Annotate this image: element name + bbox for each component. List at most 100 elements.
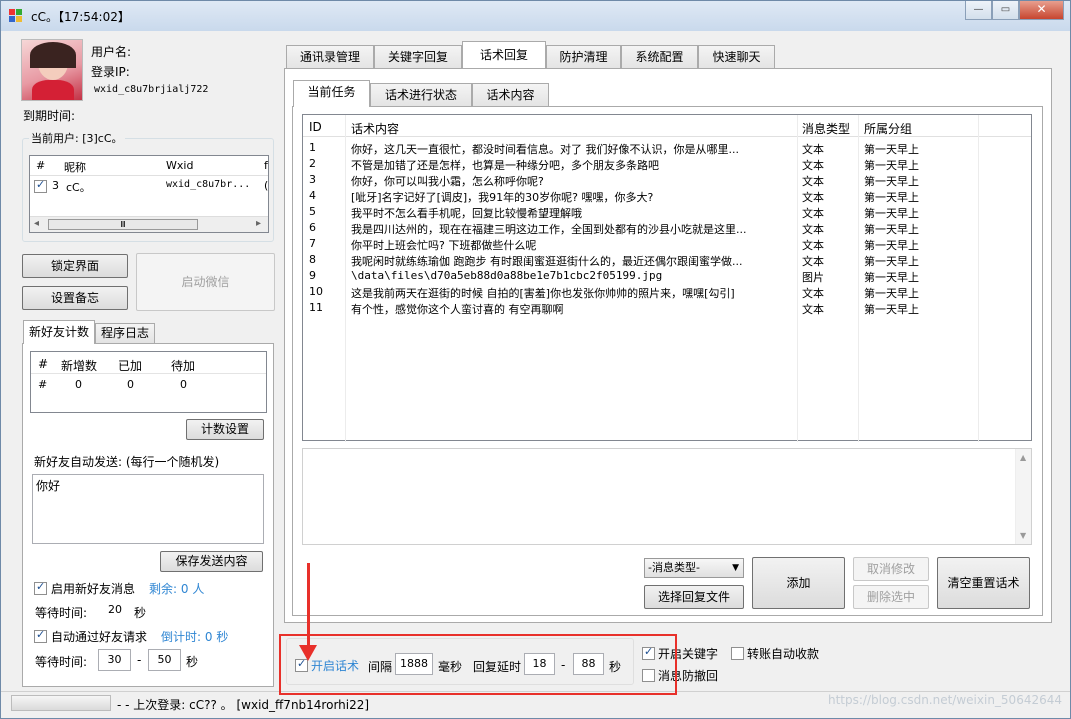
table-row[interactable]: 10 这是我前两天在逛街的时候 自拍的[害羞]你也发张你帅帅的照片来，嘿嘿[勾引]… <box>303 284 1031 300</box>
select-file-button[interactable]: 选择回复文件 <box>644 585 744 609</box>
user-num: 3 <box>52 179 59 192</box>
delete-selected-button[interactable]: 删除选中 <box>853 585 929 609</box>
row-content: [呲牙]名字记好了[调皮]，我91年的30岁你呢? 嘿嘿，你多大? <box>351 191 654 204</box>
count-settings-button[interactable]: 计数设置 <box>186 419 264 440</box>
user-wxid: wxid_c8u7br... <box>166 179 251 190</box>
status-text: - - 上次登录: cC?? 。 [wxid_ff7nb14rorhi22] <box>117 698 370 712</box>
count-row-added: 0 <box>127 378 134 391</box>
login-ip-label: 登录IP: <box>91 65 130 79</box>
auto-pass-checkbox[interactable] <box>34 628 47 643</box>
start-wechat-button[interactable]: 启动微信 <box>136 253 275 311</box>
table-row[interactable]: 9 \data\files\d70a5eb88d0a88be1e7b1cbc2f0… <box>303 268 1031 284</box>
row-id: 10 <box>309 285 323 298</box>
row-content: 你好，你可以叫我小霜，怎么称呼你呢? <box>351 175 544 188</box>
count-row-new: 0 <box>75 378 82 391</box>
row-group: 第一天早上 <box>864 191 919 204</box>
scroll-thumb[interactable]: Ⅲ <box>48 219 198 230</box>
tab-protect-clean[interactable]: 防护清理 <box>546 45 621 69</box>
transfer-collect-checkbox[interactable] <box>731 647 744 660</box>
tab-system-config[interactable]: 系统配置 <box>621 45 698 69</box>
row-id: 3 <box>309 173 316 186</box>
title-bar: cC。【17:54:02】 — ▭ ✕ <box>1 1 1070 31</box>
count-col-added: 已加 <box>118 359 143 373</box>
enable-new-friend-checkbox[interactable] <box>34 580 47 595</box>
clear-reset-button[interactable]: 清空重置话术 <box>937 557 1030 609</box>
wait-time-label: 等待时间: <box>35 606 88 620</box>
save-send-button[interactable]: 保存发送内容 <box>160 551 263 572</box>
tab-keyword-reply[interactable]: 关键字回复 <box>374 45 462 69</box>
scroll-right-icon[interactable]: ▸ <box>256 218 261 229</box>
table-row[interactable]: 3 你好，你可以叫我小霜，怎么称呼你呢? 文本 第一天早上 <box>303 172 1031 188</box>
lock-button[interactable]: 锁定界面 <box>22 254 128 278</box>
progress-bar <box>11 695 111 711</box>
row-id: 1 <box>309 141 316 154</box>
transfer-collect-label: 转账自动收款 <box>747 647 820 661</box>
tab-current-task[interactable]: 当前任务 <box>293 80 370 107</box>
row-msg-type: 文本 <box>802 303 824 316</box>
pass-wait-label: 等待时间: <box>35 655 88 669</box>
row-msg-type: 文本 <box>802 159 824 172</box>
table-row[interactable]: 4 [呲牙]名字记好了[调皮]，我91年的30岁你呢? 嘿嘿，你多大? 文本 第一天早… <box>303 188 1031 204</box>
tab-quick-chat[interactable]: 快速聊天 <box>698 45 775 69</box>
tab-program-log[interactable]: 程序日志 <box>95 323 155 343</box>
tab-script-content[interactable]: 话术内容 <box>472 83 549 107</box>
table-row[interactable]: 11 有个性，感觉你这个人蛮讨喜的 有空再聊啊 文本 第一天早上 <box>303 300 1031 316</box>
pass-sec-label: 秒 <box>186 655 199 669</box>
row-content: 我平时不怎么看手机呢，回复比较慢希望理解哦 <box>351 207 582 220</box>
tab-script-status[interactable]: 话术进行状态 <box>370 83 472 107</box>
col-wxid: Wxid <box>166 159 194 172</box>
pass-dash: - <box>137 653 142 667</box>
minimize-icon[interactable]: — <box>965 1 992 20</box>
table-row[interactable]: 8 我呢闲时就练练瑜伽 跑跑步 有时跟闺蜜逛逛街什么的，最近还偶尔跟闺蜜学做...… <box>303 252 1031 268</box>
auto-send-textarea[interactable]: 你好 <box>32 474 264 544</box>
wait-time-input[interactable]: 20 <box>101 600 129 620</box>
user-extra: ( <box>264 179 269 192</box>
scroll-up-icon[interactable]: ▲ <box>1020 453 1026 462</box>
table-row[interactable]: 2 不管是加错了还是怎样，也算是一种缘分吧，多个朋友多条路吧 文本 第一天早上 <box>303 156 1031 172</box>
remain-count: 剩余: 0 人 <box>149 582 205 596</box>
col-id: ID <box>309 120 322 134</box>
user-checkbox[interactable] <box>34 178 47 193</box>
expire-label: 到期时间: <box>23 109 76 123</box>
count-row-pending: 0 <box>180 378 187 391</box>
scroll-down-icon[interactable]: ▼ <box>1020 531 1026 540</box>
scroll-left-icon[interactable]: ◂ <box>34 218 39 229</box>
row-msg-type: 文本 <box>802 223 824 236</box>
row-group: 第一天早上 <box>864 175 919 188</box>
row-msg-type: 文本 <box>802 239 824 252</box>
tab-contacts[interactable]: 通讯录管理 <box>286 45 374 69</box>
row-content: 你好，这几天一直很忙，都没时间看信息。对了 我们好像不认识，你是从哪里... <box>351 143 739 156</box>
pass-wait-from-input[interactable]: 30 <box>98 649 131 671</box>
avatar <box>21 39 83 101</box>
table-row[interactable]: 6 我是四川达州的，现在在福建三明这边工作，全国到处都有的沙县小吃就是这里... 文… <box>303 220 1031 236</box>
col-content: 话术内容 <box>351 122 400 136</box>
tab-script-reply[interactable]: 话术回复 <box>462 41 546 68</box>
highlight-box <box>279 634 677 695</box>
horizontal-scrollbar[interactable]: ◂ Ⅲ ▸ <box>30 216 268 232</box>
row-msg-type: 文本 <box>802 175 824 188</box>
pass-wait-to-input[interactable]: 50 <box>148 649 181 671</box>
table-row: # 0 0 0 <box>31 376 266 394</box>
add-button[interactable]: 添加 <box>752 557 845 609</box>
table-row[interactable]: 1 你好，这几天一直很忙，都没时间看信息。对了 我们好像不认识，你是从哪里... 文… <box>303 140 1031 156</box>
annotation-arrow-icon <box>307 563 310 649</box>
table-row[interactable]: 5 我平时不怎么看手机呢，回复比较慢希望理解哦 文本 第一天早上 <box>303 204 1031 220</box>
row-content: 不管是加错了还是怎样，也算是一种缘分吧，多个朋友多条路吧 <box>351 159 659 172</box>
row-msg-type: 文本 <box>802 287 824 300</box>
msg-type-select[interactable]: -消息类型- ▼ <box>644 558 744 578</box>
tab-new-friend-count[interactable]: 新好友计数 <box>23 320 95 344</box>
row-group: 第一天早上 <box>864 207 919 220</box>
close-icon[interactable]: ✕ <box>1019 1 1064 20</box>
chevron-down-icon: ▼ <box>732 563 739 573</box>
table-row[interactable]: 7 你平时上班会忙吗? 下班都做些什么呢 文本 第一天早上 <box>303 236 1031 252</box>
vertical-scrollbar[interactable]: ▲ ▼ <box>1015 449 1031 544</box>
row-group: 第一天早上 <box>864 159 919 172</box>
memo-button[interactable]: 设置备忘 <box>22 286 128 310</box>
preview-textarea[interactable]: ▲ ▼ <box>302 448 1032 545</box>
arrow-head-icon <box>299 645 317 661</box>
table-row[interactable]: 3 cC。 wxid_c8u7br... ( <box>30 177 268 195</box>
maximize-icon[interactable]: ▭ <box>992 1 1019 20</box>
cancel-edit-button[interactable]: 取消修改 <box>853 557 929 581</box>
window-title: cC。【17:54:02】 <box>31 10 130 24</box>
col-group: 所属分组 <box>864 122 913 136</box>
